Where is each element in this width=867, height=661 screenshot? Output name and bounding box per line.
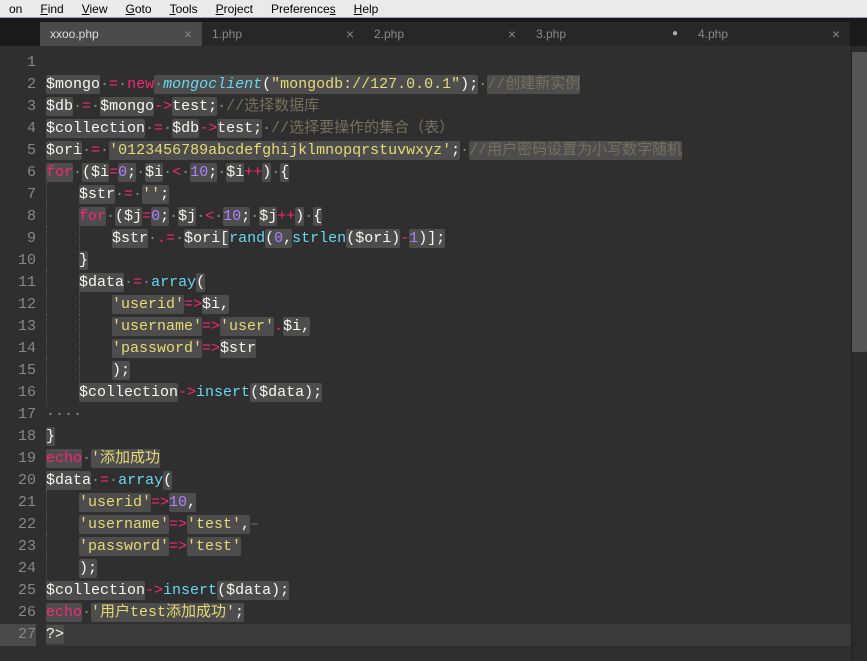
scrollbar-vertical[interactable] <box>851 46 867 661</box>
dirty-dot-icon: ● <box>672 29 678 39</box>
tab-strip: xxoo.php × 1.php × 2.php × 3.php ● 4.php… <box>0 18 867 46</box>
close-icon[interactable]: × <box>346 27 354 41</box>
tab-label: 1.php <box>212 27 346 41</box>
editor-area: 1234567891011121314151617181920212223242… <box>0 46 867 661</box>
close-icon[interactable]: × <box>508 27 516 41</box>
code-content[interactable]: $mongo·=·new·mongoclient("mongodb://127.… <box>46 46 851 661</box>
menu-view[interactable]: View <box>73 0 117 17</box>
tab-2[interactable]: 2.php × <box>364 22 526 46</box>
line-gutter: 1234567891011121314151617181920212223242… <box>0 46 46 661</box>
close-icon[interactable]: × <box>832 27 840 41</box>
menu-goto[interactable]: Goto <box>117 0 161 17</box>
tab-xxoo[interactable]: xxoo.php × <box>40 22 202 46</box>
menu-tools[interactable]: Tools <box>161 0 207 17</box>
tab-label: xxoo.php <box>50 27 184 41</box>
menu-help[interactable]: Help <box>345 0 388 17</box>
tab-label: 4.php <box>698 27 832 41</box>
menu-item[interactable]: on <box>0 0 31 17</box>
menu-find[interactable]: Find <box>31 0 72 17</box>
menu-preferences[interactable]: Preferences <box>262 0 345 17</box>
menu-bar: on Find View Goto Tools Project Preferen… <box>0 0 867 18</box>
tab-label: 2.php <box>374 27 508 41</box>
tab-3[interactable]: 3.php ● <box>526 22 688 46</box>
close-icon[interactable]: × <box>184 27 192 41</box>
scrollbar-thumb[interactable] <box>852 52 867 352</box>
menu-project[interactable]: Project <box>207 0 262 17</box>
tab-4[interactable]: 4.php × <box>688 22 850 46</box>
tab-1[interactable]: 1.php × <box>202 22 364 46</box>
tab-label: 3.php <box>536 27 672 41</box>
